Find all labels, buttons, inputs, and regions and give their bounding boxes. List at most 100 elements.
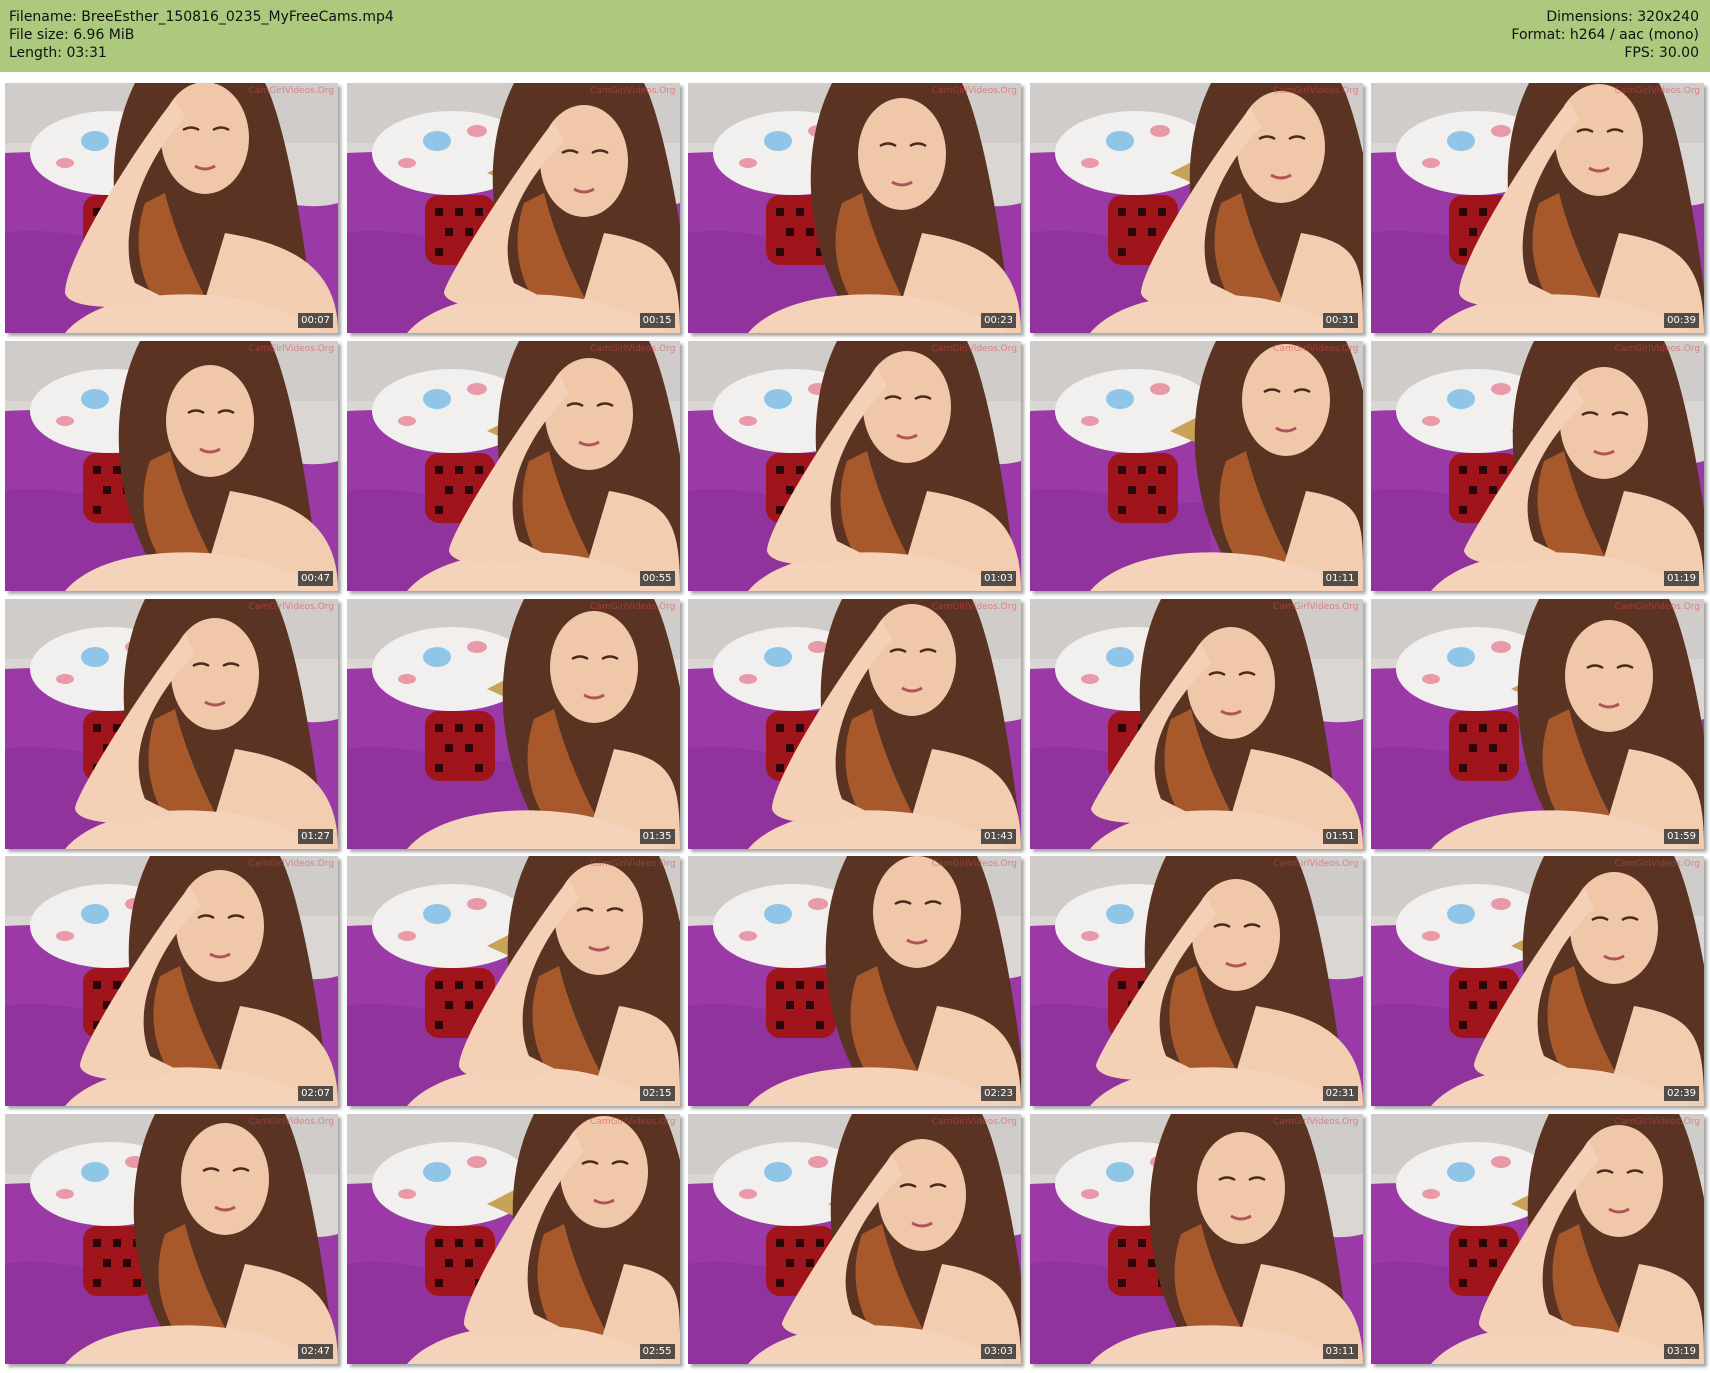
watermark-text: CamGirlVideos.Org bbox=[931, 343, 1017, 354]
timestamp-label: 00:07 bbox=[298, 313, 333, 328]
video-thumbnail[interactable]: CamGirlVideos.Org 00:47 bbox=[5, 340, 338, 591]
frame-image bbox=[1371, 340, 1704, 591]
timestamp-label: 00:23 bbox=[981, 313, 1016, 328]
frame-image bbox=[346, 1114, 680, 1365]
video-thumbnail[interactable]: CamGirlVideos.Org 02:07 bbox=[5, 856, 338, 1107]
video-thumbnail[interactable]: CamGirlVideos.Org 01:19 bbox=[1371, 340, 1704, 591]
video-thumbnail[interactable]: CamGirlVideos.Org 01:27 bbox=[5, 598, 338, 849]
frame-image bbox=[5, 856, 338, 1107]
video-thumbnail[interactable]: CamGirlVideos.Org 02:39 bbox=[1371, 856, 1704, 1107]
timestamp-label: 01:51 bbox=[1322, 828, 1358, 844]
watermark-text: CamGirlVideos.Org bbox=[931, 1117, 1017, 1128]
frame-image bbox=[1029, 598, 1363, 849]
watermark-text: CamGirlVideos.Org bbox=[1614, 601, 1700, 612]
video-thumbnail[interactable]: CamGirlVideos.Org 03:19 bbox=[1371, 1114, 1704, 1365]
video-thumbnail[interactable]: CamGirlVideos.Org 03:03 bbox=[688, 1114, 1021, 1365]
frame-image bbox=[1371, 598, 1704, 849]
timestamp-label: 03:03 bbox=[981, 1344, 1016, 1360]
video-thumbnail[interactable]: CamGirlVideos.Org 02:23 bbox=[688, 856, 1021, 1107]
frame-image bbox=[5, 598, 338, 849]
video-thumbnail[interactable]: CamGirlVideos.Org 01:51 bbox=[1029, 598, 1363, 849]
timestamp-label: 01:59 bbox=[1664, 828, 1699, 844]
timestamp-label: 03:11 bbox=[1322, 1344, 1358, 1360]
timestamp-label: 00:39 bbox=[1664, 313, 1699, 328]
timestamp-label: 02:15 bbox=[639, 1086, 675, 1102]
dimensions-text: Dimensions: 320x240 bbox=[1546, 9, 1699, 25]
frame-image bbox=[346, 598, 680, 849]
timestamp-label: 01:35 bbox=[639, 828, 675, 844]
watermark-text: CamGirlVideos.Org bbox=[1273, 343, 1359, 354]
watermark-text: CamGirlVideos.Org bbox=[1614, 1117, 1700, 1128]
timestamp-label: 02:07 bbox=[298, 1086, 333, 1102]
video-thumbnail[interactable]: CamGirlVideos.Org 01:43 bbox=[688, 598, 1021, 849]
watermark-text: CamGirlVideos.Org bbox=[248, 86, 334, 96]
timestamp-label: 00:47 bbox=[298, 570, 333, 586]
timestamp-label: 02:31 bbox=[1322, 1086, 1358, 1102]
video-thumbnail[interactable]: CamGirlVideos.Org 01:11 bbox=[1029, 340, 1363, 591]
timestamp-label: 02:39 bbox=[1664, 1086, 1699, 1102]
timestamp-label: 02:47 bbox=[298, 1344, 333, 1360]
frame-image bbox=[688, 856, 1021, 1107]
watermark-text: CamGirlVideos.Org bbox=[1614, 86, 1700, 96]
video-thumbnail[interactable]: CamGirlVideos.Org 03:11 bbox=[1029, 1114, 1363, 1365]
watermark-text: CamGirlVideos.Org bbox=[1273, 1117, 1359, 1128]
frame-image bbox=[346, 340, 680, 591]
watermark-text: CamGirlVideos.Org bbox=[931, 86, 1017, 96]
video-thumbnail[interactable]: CamGirlVideos.Org 02:55 bbox=[346, 1114, 680, 1365]
video-thumbnail[interactable]: CamGirlVideos.Org 00:31 bbox=[1029, 83, 1363, 333]
watermark-text: CamGirlVideos.Org bbox=[1614, 859, 1700, 870]
timestamp-label: 01:11 bbox=[1322, 570, 1358, 586]
video-thumbnail[interactable]: CamGirlVideos.Org 01:35 bbox=[346, 598, 680, 849]
watermark-text: CamGirlVideos.Org bbox=[248, 343, 334, 354]
frame-image bbox=[688, 340, 1021, 591]
timestamp-label: 02:55 bbox=[639, 1344, 675, 1360]
frame-image bbox=[346, 856, 680, 1107]
timestamp-label: 01:43 bbox=[981, 828, 1016, 844]
frame-image bbox=[5, 340, 338, 591]
frame-image bbox=[688, 83, 1021, 333]
timestamp-label: 00:55 bbox=[639, 570, 675, 586]
watermark-text: CamGirlVideos.Org bbox=[248, 859, 334, 870]
video-thumbnail[interactable]: CamGirlVideos.Org 01:03 bbox=[688, 340, 1021, 591]
video-thumbnail[interactable]: CamGirlVideos.Org 01:59 bbox=[1371, 598, 1704, 849]
timestamp-label: 02:23 bbox=[981, 1086, 1016, 1102]
timestamp-label: 03:19 bbox=[1664, 1344, 1699, 1360]
timestamp-label: 01:27 bbox=[298, 828, 333, 844]
frame-image bbox=[1371, 83, 1704, 333]
frame-image bbox=[688, 598, 1021, 849]
watermark-text: CamGirlVideos.Org bbox=[590, 343, 676, 354]
timestamp-label: 01:03 bbox=[981, 570, 1016, 586]
video-thumbnail[interactable]: CamGirlVideos.Org 02:31 bbox=[1029, 856, 1363, 1107]
frame-image bbox=[1029, 83, 1363, 333]
frame-image bbox=[688, 1114, 1021, 1365]
timestamp-label: 01:19 bbox=[1664, 570, 1699, 586]
watermark-text: CamGirlVideos.Org bbox=[1273, 86, 1359, 96]
filesize-text: File size: 6.96 MiB bbox=[9, 27, 135, 43]
frame-image bbox=[5, 1114, 338, 1365]
video-thumbnail[interactable]: CamGirlVideos.Org 02:15 bbox=[346, 856, 680, 1107]
watermark-text: CamGirlVideos.Org bbox=[931, 859, 1017, 870]
frame-image bbox=[346, 83, 680, 333]
frame-image bbox=[1029, 1114, 1363, 1365]
timestamp-label: 00:15 bbox=[639, 313, 675, 328]
video-info: Dimensions: 320x240 Format: h264 / aac (… bbox=[1511, 8, 1699, 62]
length-text: Length: 03:31 bbox=[9, 45, 107, 61]
video-thumbnail[interactable]: CamGirlVideos.Org 02:47 bbox=[5, 1114, 338, 1365]
video-thumbnail[interactable]: CamGirlVideos.Org 00:23 bbox=[688, 83, 1021, 333]
video-thumbnail[interactable]: CamGirlVideos.Org 00:55 bbox=[346, 340, 680, 591]
video-thumbnail[interactable]: CamGirlVideos.Org 00:07 bbox=[5, 83, 338, 333]
watermark-text: CamGirlVideos.Org bbox=[1273, 601, 1359, 612]
file-info: Filename: BreeEsther_150816_0235_MyFreeC… bbox=[9, 8, 394, 62]
watermark-text: CamGirlVideos.Org bbox=[590, 859, 676, 870]
timestamp-label: 00:31 bbox=[1322, 313, 1358, 328]
watermark-text: CamGirlVideos.Org bbox=[590, 601, 676, 612]
watermark-text: CamGirlVideos.Org bbox=[248, 1117, 334, 1128]
video-thumbnail[interactable]: CamGirlVideos.Org 00:39 bbox=[1371, 83, 1704, 333]
video-thumbnail[interactable]: CamGirlVideos.Org 00:15 bbox=[346, 83, 680, 333]
fps-text: FPS: 30.00 bbox=[1624, 45, 1699, 61]
watermark-text: CamGirlVideos.Org bbox=[248, 601, 334, 612]
frame-image bbox=[5, 83, 338, 333]
frame-image bbox=[1029, 340, 1363, 591]
frame-image bbox=[1371, 856, 1704, 1107]
frame-image bbox=[1029, 856, 1363, 1107]
